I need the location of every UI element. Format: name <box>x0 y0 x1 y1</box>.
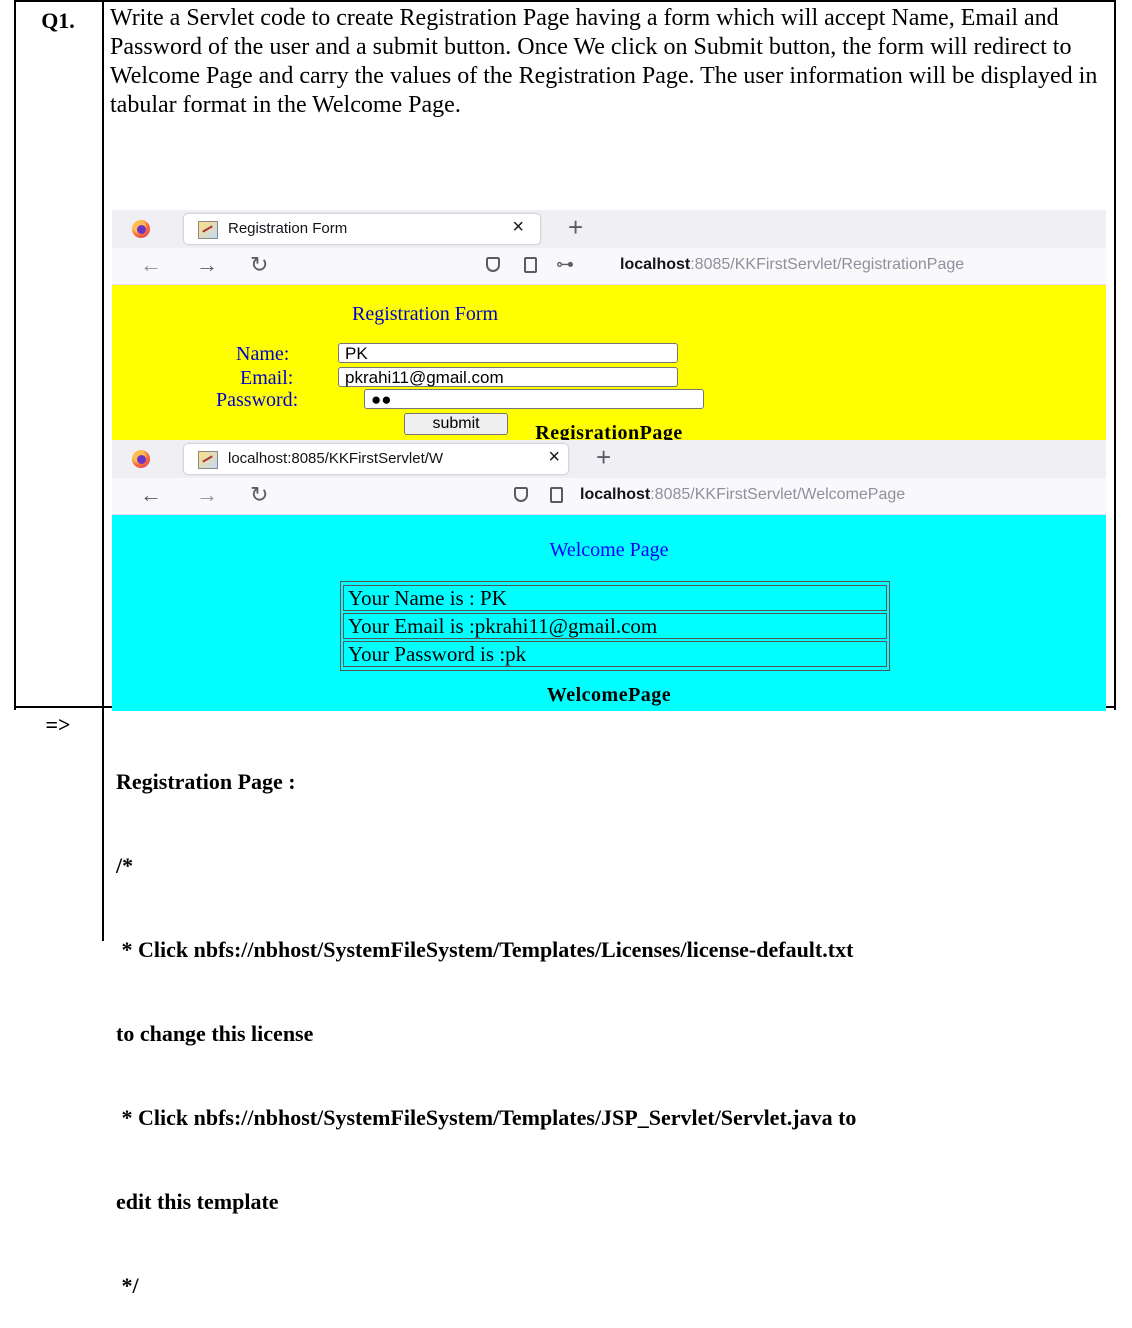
name-label: Name: <box>236 343 290 365</box>
close-icon[interactable]: × <box>512 216 524 239</box>
registration-browser-screenshot: Registration Form × + ← → ↻ ⊶ localhost:… <box>112 210 1106 453</box>
name-input[interactable]: PK <box>338 343 678 363</box>
registration-heading: Registration Form <box>352 303 499 325</box>
favicon-icon <box>198 451 218 469</box>
welcome-browser-screenshot: localhost:8085/KKFirstServlet/W × + ← → … <box>112 440 1106 711</box>
table-top-border <box>14 0 1116 2</box>
reload-icon[interactable]: ↻ <box>250 482 268 508</box>
question-number: Q1. <box>41 8 75 33</box>
tab-bar: localhost:8085/KKFirstServlet/W × + <box>112 440 1106 478</box>
table-row: Your Password is :pk <box>343 641 887 667</box>
key-icon[interactable]: ⊶ <box>556 254 574 275</box>
email-input[interactable]: pkrahi11@gmail.com <box>338 367 678 387</box>
table-column-divider <box>102 0 104 941</box>
table-row: Your Email is :pkrahi11@gmail.com <box>343 613 887 639</box>
page-icon[interactable] <box>524 257 537 273</box>
answer-text: Registration Page : /* * Click nbfs://nb… <box>116 712 1126 1328</box>
table-row: Your Name is : PK <box>343 585 887 611</box>
firefox-icon <box>132 220 150 238</box>
back-icon[interactable]: ← <box>140 252 162 278</box>
answer-line: Registration Page : <box>116 769 296 794</box>
answer-line: to change this license <box>116 1021 314 1046</box>
page-icon[interactable] <box>550 487 563 503</box>
email-label: Email: <box>240 367 294 389</box>
back-icon[interactable]: ← <box>140 482 162 508</box>
reload-icon[interactable]: ↻ <box>250 252 268 278</box>
browser-tab[interactable]: Registration Form × <box>184 214 540 244</box>
tab-bar: Registration Form × + <box>112 210 1106 248</box>
answer-line: edit this template <box>116 1189 279 1214</box>
url-path: :8085/KKFirstServlet/WelcomePage <box>650 486 906 503</box>
close-icon[interactable]: × <box>548 446 560 469</box>
favicon-icon <box>198 221 218 239</box>
shield-icon[interactable] <box>514 487 528 502</box>
url-path: :8085/KKFirstServlet/RegistrationPage <box>690 256 965 273</box>
address-bar[interactable]: localhost:8085/KKFirstServlet/WelcomePag… <box>580 486 905 504</box>
new-tab-icon[interactable]: + <box>596 442 611 473</box>
answer-line: /* <box>116 853 134 878</box>
tab-title: localhost:8085/KKFirstServlet/W <box>228 450 444 467</box>
question-text: Write a Servlet code to create Registrat… <box>110 5 1098 118</box>
navigation-bar: ← → ↻ ⊶ localhost:8085/KKFirstServlet/Re… <box>112 248 1106 285</box>
answer-line: * Click nbfs://nbhost/SystemFileSystem/T… <box>116 937 854 962</box>
browser-tab[interactable]: localhost:8085/KKFirstServlet/W × <box>184 444 568 474</box>
answer-marker: => <box>45 712 71 737</box>
welcome-caption: WelcomePage <box>546 684 672 706</box>
new-tab-icon[interactable]: + <box>568 212 583 243</box>
welcome-page-content: Welcome Page Your Name is : PK Your Emai… <box>112 515 1106 711</box>
address-bar[interactable]: localhost:8085/KKFirstServlet/Registrati… <box>620 256 964 274</box>
password-input[interactable]: ●● <box>364 389 704 409</box>
firefox-icon <box>132 450 150 468</box>
tab-title: Registration Form <box>228 220 348 237</box>
navigation-bar: ← → ↻ localhost:8085/KKFirstServlet/Welc… <box>112 478 1106 515</box>
shield-icon[interactable] <box>486 257 500 272</box>
url-host: localhost <box>580 486 651 503</box>
welcome-heading: Welcome Page <box>549 539 669 561</box>
password-label: Password: <box>216 389 299 411</box>
table-left-border <box>14 0 16 710</box>
user-info-table: Your Name is : PK Your Email is :pkrahi1… <box>340 581 890 671</box>
url-host: localhost <box>620 256 691 273</box>
forward-icon[interactable]: → <box>196 482 218 508</box>
answer-line: */ <box>116 1273 139 1298</box>
forward-icon[interactable]: → <box>196 252 218 278</box>
answer-line: * Click nbfs://nbhost/SystemFileSystem/T… <box>116 1105 857 1130</box>
